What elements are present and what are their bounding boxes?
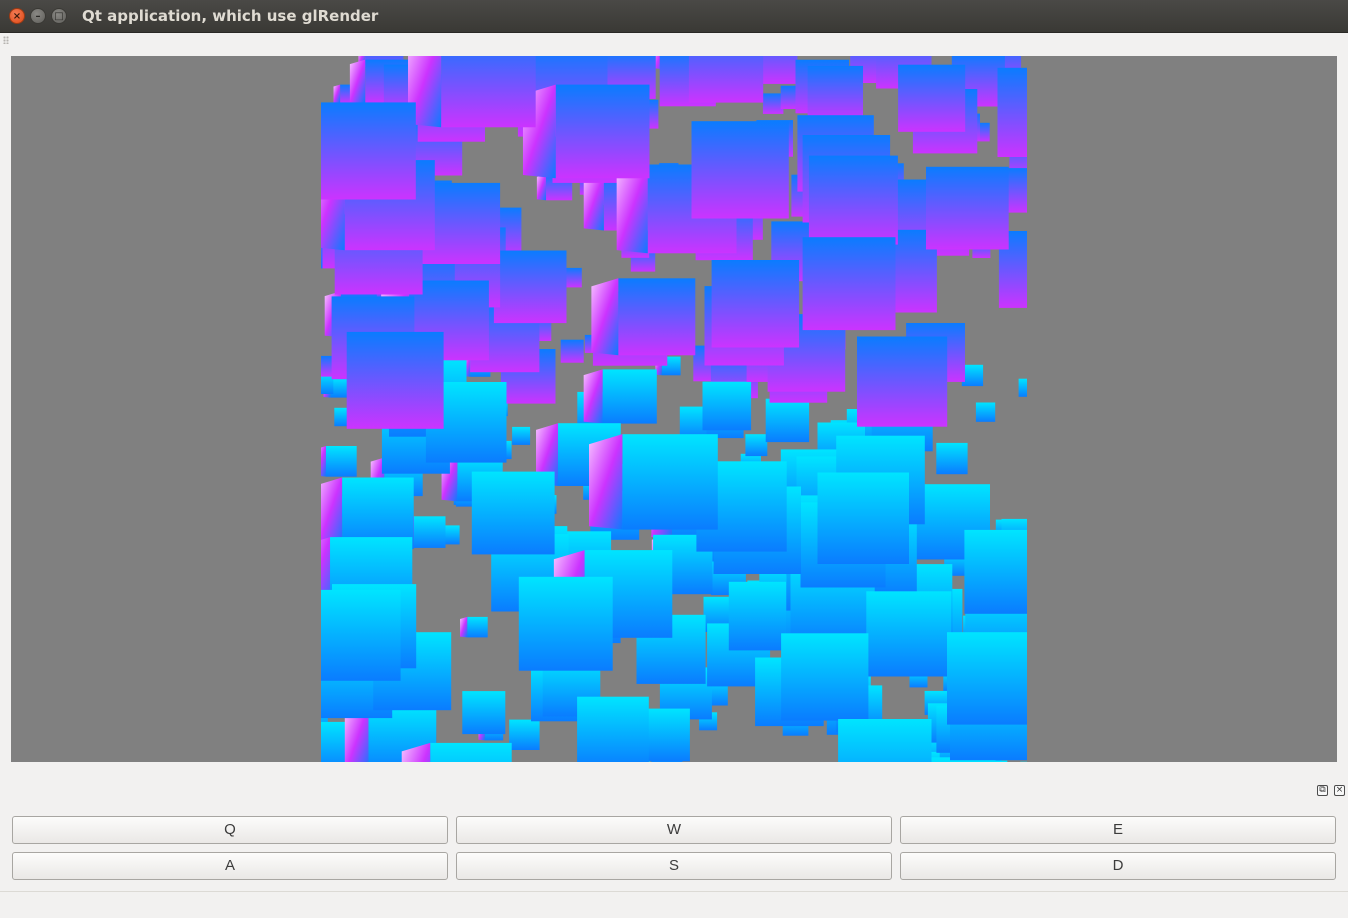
key-d-button[interactable]: D <box>900 852 1336 880</box>
cube <box>321 446 357 477</box>
cube <box>1019 379 1027 397</box>
cube <box>998 68 1028 157</box>
cube <box>408 56 536 127</box>
cube <box>781 633 868 720</box>
cube <box>561 340 584 363</box>
cube <box>803 237 896 330</box>
cube-field-canvas <box>321 56 1027 762</box>
toolbar-grip[interactable] <box>3 36 9 44</box>
cube <box>472 472 555 555</box>
cube <box>926 167 1009 250</box>
cube <box>321 590 401 681</box>
cube <box>460 617 488 638</box>
maximize-icon[interactable]: □ <box>51 8 67 24</box>
status-bar <box>0 891 1348 918</box>
cube <box>936 443 967 474</box>
window-titlebar: × – □ Qt application, which use glRender <box>0 0 1348 33</box>
cube <box>866 591 951 676</box>
key-q-button[interactable]: Q <box>12 816 448 844</box>
cube <box>589 434 718 529</box>
cube <box>766 399 809 442</box>
cube <box>712 260 800 348</box>
cube <box>519 577 613 671</box>
cube <box>976 402 995 421</box>
cube <box>494 251 567 324</box>
key-w-button[interactable]: W <box>456 816 892 844</box>
cube <box>898 65 965 132</box>
cube <box>857 337 947 427</box>
cube <box>347 332 444 429</box>
cube <box>512 427 530 445</box>
window-title: Qt application, which use glRender <box>82 0 378 32</box>
cube <box>321 102 416 199</box>
key-s-button[interactable]: S <box>456 852 892 880</box>
key-e-button[interactable]: E <box>900 816 1336 844</box>
dock-float-icon[interactable]: ⧉ <box>1317 785 1328 796</box>
cube <box>745 434 767 456</box>
cube <box>523 85 650 179</box>
cube <box>321 374 333 394</box>
cube <box>763 93 784 114</box>
gl-render-viewport[interactable] <box>11 56 1337 762</box>
cube <box>808 66 863 121</box>
cube <box>947 632 1027 724</box>
cube <box>591 278 695 355</box>
cube <box>809 156 898 245</box>
minimize-icon[interactable]: – <box>30 8 46 24</box>
dock-close-icon[interactable]: × <box>1334 785 1345 796</box>
cube <box>692 121 789 218</box>
cube <box>462 691 505 734</box>
cube <box>689 56 763 103</box>
cube <box>577 697 649 762</box>
cube <box>509 720 539 750</box>
dock-title-buttons: ⧉ × <box>1316 785 1348 799</box>
cube <box>818 473 910 565</box>
cube <box>703 382 752 431</box>
key-a-button[interactable]: A <box>12 852 448 880</box>
cube <box>584 369 657 423</box>
cube <box>964 530 1027 614</box>
close-icon[interactable]: × <box>9 8 25 24</box>
cube <box>838 719 931 762</box>
cube-field-scene <box>321 56 1027 762</box>
